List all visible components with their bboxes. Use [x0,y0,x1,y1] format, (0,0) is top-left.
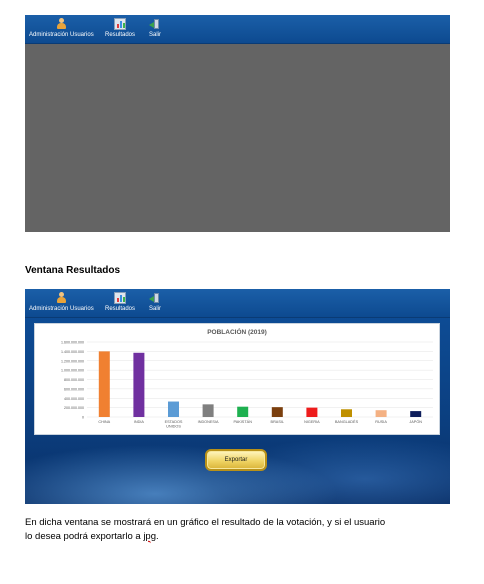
results-button[interactable]: Resultados [105,292,135,313]
bar-pakistán [237,406,249,417]
x-tick-label: BANGLADÉS [335,419,359,424]
bar-china [98,351,110,417]
exit-label: Salir [149,306,162,312]
x-tick-label: INDIA [134,420,145,424]
app-window-main: Administración Usuarios Resultados Salir [25,15,450,232]
bar-japón [410,411,422,417]
y-tick-label: 400.000.000 [64,397,84,401]
results-button[interactable]: Resultados [105,18,135,39]
toolbar: Administración Usuarios Resultados Salir [25,289,450,318]
bar-nigeria [306,407,318,417]
admin-users-button[interactable]: Administración Usuarios [29,18,94,39]
admin-users-label: Administración Usuarios [29,32,94,38]
y-tick-label: 1.600.000.000 [61,341,84,345]
x-tick-label: UNIDOS [166,425,181,429]
user-icon [55,292,67,304]
bar-indonesia [202,404,214,417]
chart-title: POBLACIÓN (2019) [207,327,267,336]
x-tick-label: INDONESIA [198,420,219,424]
toolbar: Administración Usuarios Resultados Salir [25,15,450,44]
x-tick-label: JAPÓN [409,419,422,424]
description-text: En dicha ventana se mostrará en un gráfi… [25,516,465,544]
bar-bangladés [341,409,352,417]
x-tick-label: CHINA [98,420,110,424]
chart-canvas: POBLACIÓN (2019) 0 200.000.000 400.000.000 6… [61,327,433,429]
section-heading: Ventana Resultados [25,265,121,276]
chart-icon [114,18,127,30]
exit-icon [149,18,161,30]
description-line-2-end: . [156,531,159,542]
population-chart: POBLACIÓN (2019) 0 200.000.000 400.000.000 6… [34,323,440,435]
exit-button[interactable]: Salir [149,292,161,313]
exit-button[interactable]: Salir [149,18,161,39]
x-tick-label: RUSIA [375,420,387,424]
exit-icon [149,292,161,304]
x-tick-label: ESTADOS [165,420,183,424]
y-tick-label: 600.000.000 [64,387,84,391]
results-label: Resultados [105,32,136,38]
description-line-2: lo desea podrá exportarlo a jpg. [25,530,465,544]
results-label: Resultados [105,306,136,312]
bar-rusia [375,410,387,417]
admin-users-button[interactable]: Administración Usuarios [29,292,94,313]
y-tick-label: 0 [82,416,84,420]
exit-label: Salir [149,32,162,38]
user-icon [55,18,67,30]
bar-estados-unidos [168,401,179,417]
export-button[interactable]: Exportar [205,449,267,471]
y-tick-label: 1.400.000.000 [61,350,84,354]
spellcheck-word: jpg [143,531,156,542]
description-line-1: En dicha ventana se mostrará en un gráfi… [25,517,386,528]
y-tick-label: 1.200.000.000 [61,359,84,363]
x-tick-label: BRASIL [271,420,285,424]
bar-india [133,352,145,417]
admin-users-label: Administración Usuarios [29,306,94,312]
description-line-2-text: lo desea podrá exportarlo a [25,531,144,542]
y-tick-label: 1.000.000.000 [61,369,84,373]
x-tick-label: PAKISTÁN [233,420,252,424]
app-window-results: Administración Usuarios Resultados Salir… [25,289,450,504]
bar-brasil [271,407,283,417]
chart-icon [114,292,127,304]
y-tick-label: 200.000.000 [64,406,84,410]
x-tick-label: NIGERIA [304,420,320,424]
y-tick-label: 800.000.000 [64,378,84,382]
